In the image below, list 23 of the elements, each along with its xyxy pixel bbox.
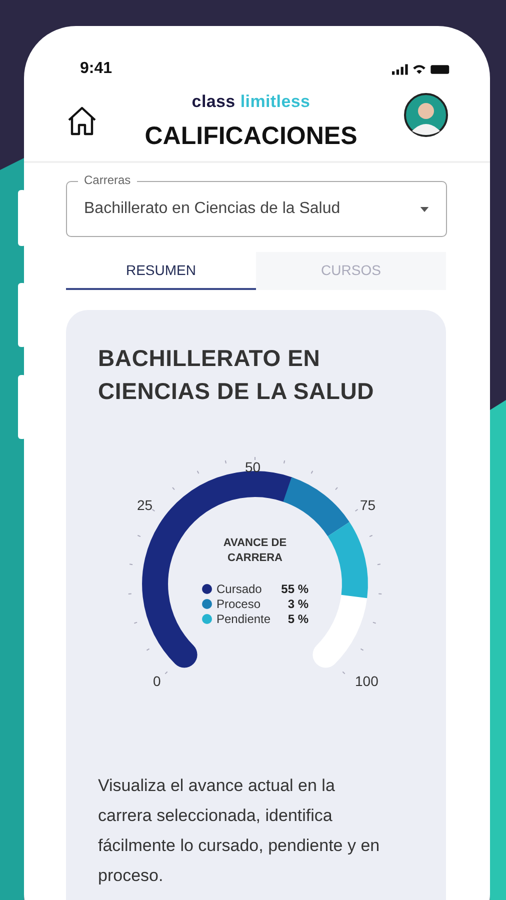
avatar[interactable] [404,93,448,137]
legend-label: Pendiente [216,612,272,626]
select-label: Carreras [78,173,137,187]
status-icons [392,64,450,74]
legend-label: Proceso [216,597,262,611]
career-select[interactable]: Carreras Bachillerato en Ciencias de la Salud [66,173,447,237]
caret-icon [420,206,429,212]
status-time: 9:41 [80,60,112,78]
home-icon[interactable] [66,105,98,137]
legend-value: 3 % [286,597,308,611]
logo: class limitless [192,92,310,112]
page-title: CALIFICACIONES [144,122,358,151]
gauge-tick-label: 25 [137,497,153,513]
legend-value: 5 % [286,612,308,626]
description: Visualiza el avance actual en la carrera seleccionada, identifica fácilmente lo cursado, pendiente y en proceso. [98,775,381,887]
gauge-tick-label: 75 [360,497,376,513]
gauge-tick-label: 100 [355,673,378,689]
legend-value: 55 % [280,582,308,596]
gauge-tick-label: 0 [153,673,161,689]
gauge-caption: AVANCE DE CARRERA [222,536,288,566]
legend-label: Cursado [216,582,263,596]
gauge-tick-label: 50 [245,459,261,475]
card-title: BACHILLERATO EN CIENCIAS DE LA SALUD [98,344,376,406]
